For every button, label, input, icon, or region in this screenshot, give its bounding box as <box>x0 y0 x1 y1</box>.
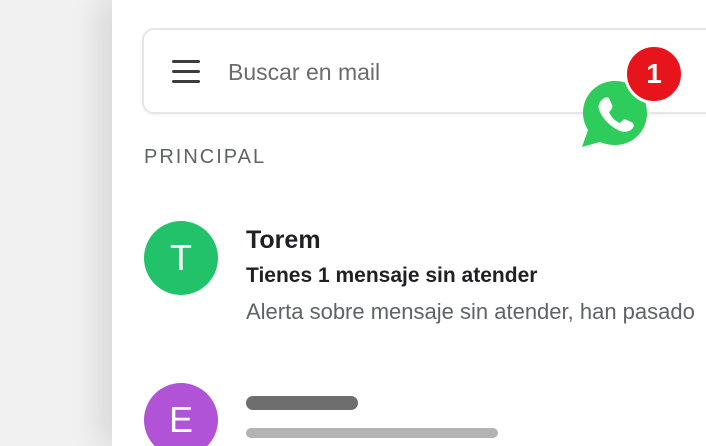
menu-line <box>172 70 200 73</box>
menu-line <box>172 80 200 83</box>
avatar: E <box>144 383 218 446</box>
placeholder-sender-bar <box>246 396 358 410</box>
avatar: T <box>144 221 218 295</box>
screen-background: 1 PRINCIPAL T Torem Tienes 1 mensaje sin… <box>0 0 706 446</box>
search-input[interactable] <box>228 54 528 90</box>
mail-app-screen: 1 PRINCIPAL T Torem Tienes 1 mensaje sin… <box>112 0 706 446</box>
email-sender: Torem <box>246 226 321 254</box>
email-subject: Tienes 1 mensaje sin atender <box>246 264 538 287</box>
placeholder-subject-bar <box>246 428 498 438</box>
email-snippet: Alerta sobre mensaje sin atender, han pa… <box>246 299 695 324</box>
menu-line <box>172 60 200 63</box>
section-label: PRINCIPAL <box>144 146 267 168</box>
hamburger-menu-icon[interactable] <box>172 60 202 84</box>
notification-badge: 1 <box>624 44 684 104</box>
